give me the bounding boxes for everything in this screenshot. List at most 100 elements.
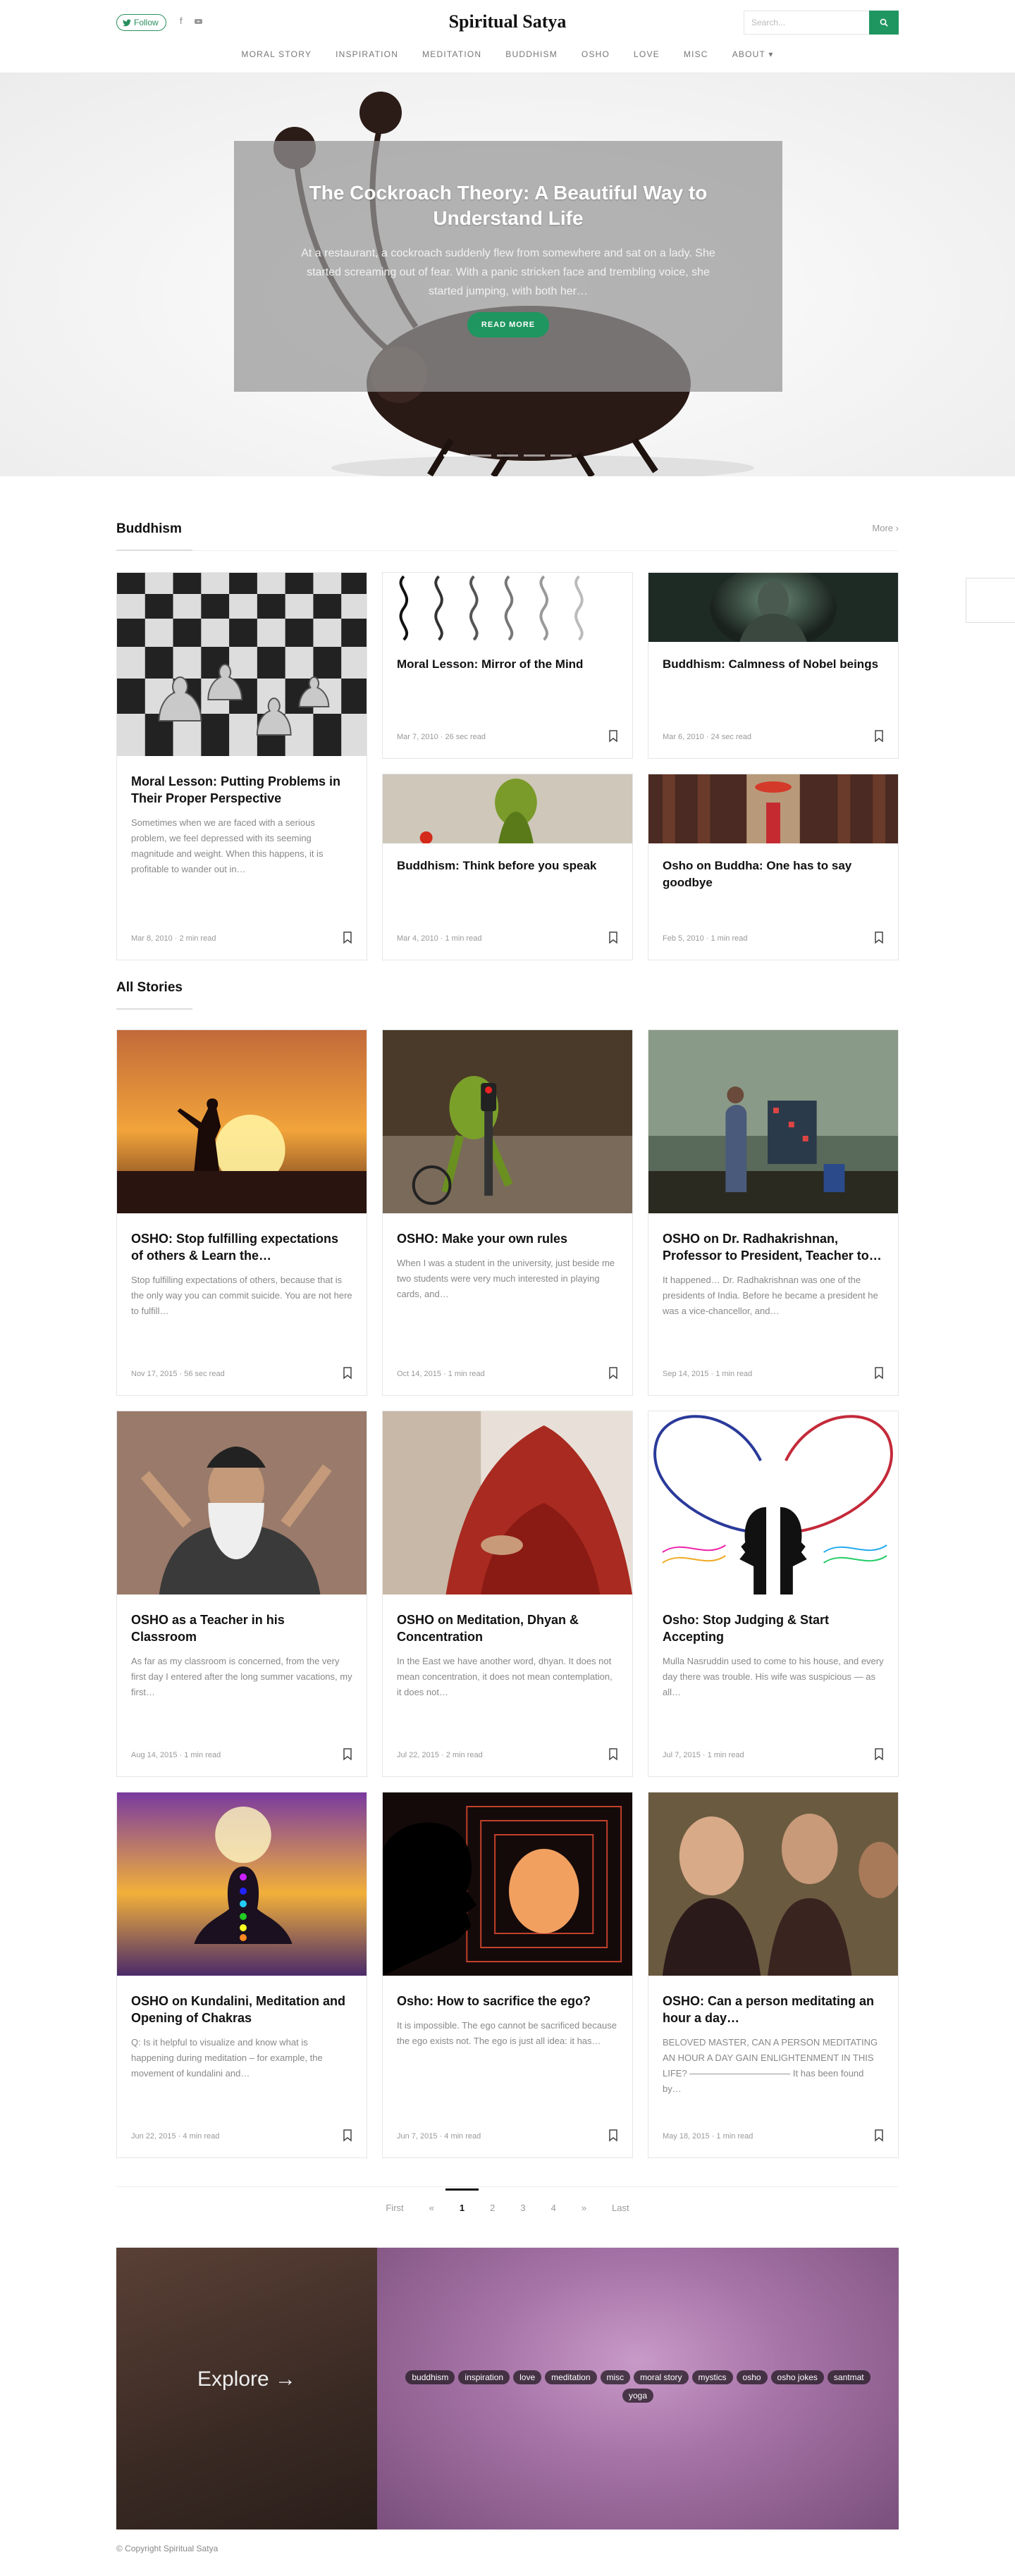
post-card[interactable]: Buddhism: Think before you speak Mar 4, … bbox=[382, 774, 633, 960]
tag-moral-story[interactable]: moral story bbox=[634, 2370, 689, 2384]
page-prev[interactable]: « bbox=[429, 2203, 434, 2213]
post-title[interactable]: Osho: How to sacrifice the ego? bbox=[383, 1993, 632, 2010]
post-card[interactable]: OSHO on Meditation, Dhyan & Concentratio… bbox=[382, 1411, 633, 1777]
page-1[interactable]: 1 bbox=[445, 2188, 480, 2213]
bookmark-icon[interactable] bbox=[343, 1748, 352, 1761]
slider-dot[interactable] bbox=[497, 454, 518, 457]
nav-buddhism[interactable]: BUDDHISM bbox=[505, 49, 558, 59]
slider-dot[interactable] bbox=[524, 454, 545, 457]
buddha-statue-image bbox=[648, 573, 898, 642]
bookmark-icon[interactable] bbox=[608, 1367, 618, 1380]
hero-slider: The Cockroach Theory: A Beautiful Way to… bbox=[0, 73, 1015, 476]
post-card[interactable]: OSHO: Stop fulfilling expectations of ot… bbox=[116, 1029, 367, 1396]
page-next[interactable]: » bbox=[582, 2203, 586, 2213]
section-title[interactable]: Buddhism bbox=[116, 521, 182, 537]
page-2[interactable]: 2 bbox=[490, 2203, 495, 2213]
nav-moral-story[interactable]: MORAL STORY bbox=[241, 49, 312, 59]
post-card[interactable]: Osho: How to sacrifice the ego? It is im… bbox=[382, 1792, 633, 2158]
pagination: First « 1 2 3 4 » Last bbox=[116, 2186, 899, 2229]
ego-silhouette-image bbox=[383, 1792, 632, 1976]
side-float-widget[interactable] bbox=[966, 578, 1015, 623]
slider-dot[interactable] bbox=[443, 454, 465, 457]
tag-love[interactable]: love bbox=[513, 2370, 542, 2384]
praying-monks-image bbox=[648, 1792, 898, 1976]
post-card[interactable]: Buddhism: Calmness of Nobel beings Mar 6… bbox=[648, 572, 899, 759]
nav-about[interactable]: ABOUT ▾ bbox=[732, 49, 774, 59]
youtube-icon[interactable] bbox=[194, 17, 203, 25]
hero-title[interactable]: The Cockroach Theory: A Beautiful Way to… bbox=[290, 180, 726, 231]
slider-dot[interactable] bbox=[550, 454, 572, 457]
tag-buddhism[interactable]: buddhism bbox=[405, 2370, 455, 2384]
post-card[interactable]: OSHO: Can a person meditating an hour a … bbox=[648, 1792, 899, 2158]
bookmark-icon[interactable] bbox=[874, 931, 884, 944]
tag-santmat[interactable]: santmat bbox=[827, 2370, 871, 2384]
page-4[interactable]: 4 bbox=[551, 2203, 556, 2213]
post-card[interactable]: Osho on Buddha: One has to say goodbye F… bbox=[648, 774, 899, 960]
page-last[interactable]: Last bbox=[612, 2203, 629, 2213]
bookmark-icon[interactable] bbox=[874, 730, 884, 743]
post-title[interactable]: OSHO on Kundalini, Meditation and Openin… bbox=[117, 1993, 367, 2026]
post-title[interactable]: Moral Lesson: Mirror of the Mind bbox=[383, 656, 632, 673]
featured-post-card[interactable]: Moral Lesson: Putting Problems in Their … bbox=[116, 572, 367, 960]
nav-misc[interactable]: MISC bbox=[684, 49, 708, 59]
post-title[interactable]: Buddhism: Calmness of Nobel beings bbox=[648, 656, 898, 673]
bookmark-icon[interactable] bbox=[343, 1367, 352, 1380]
post-title[interactable]: OSHO on Dr. Radhakrishnan, Professor to … bbox=[648, 1230, 898, 1264]
post-card[interactable]: OSHO as a Teacher in his Classroom As fa… bbox=[116, 1411, 367, 1777]
buddhism-grid: Moral Lesson: Putting Problems in Their … bbox=[116, 572, 899, 960]
monk-meditation-image bbox=[383, 1411, 632, 1594]
more-label: More bbox=[872, 523, 894, 533]
post-title[interactable]: OSHO: Stop fulfilling expectations of ot… bbox=[117, 1230, 367, 1264]
more-link[interactable]: More › bbox=[872, 523, 899, 533]
tag-mystics[interactable]: mystics bbox=[691, 2370, 733, 2384]
twitter-follow-button[interactable]: Follow bbox=[116, 14, 166, 31]
post-title[interactable]: OSHO: Make your own rules bbox=[383, 1230, 632, 1247]
explore-link[interactable]: Explore → bbox=[116, 2367, 377, 2391]
nav-love[interactable]: LOVE bbox=[634, 49, 660, 59]
bookmark-icon[interactable] bbox=[608, 2129, 618, 2142]
section-title[interactable]: All Stories bbox=[116, 980, 183, 996]
bookmark-icon[interactable] bbox=[874, 1367, 884, 1380]
post-excerpt: Stop fulfilling expectations of others, … bbox=[131, 1275, 352, 1316]
post-meta: Mar 4, 2010 · 1 min read bbox=[397, 934, 482, 943]
bookmark-icon[interactable] bbox=[608, 931, 618, 944]
search-button[interactable] bbox=[869, 11, 899, 35]
post-card[interactable]: OSHO: Make your own rules When I was a s… bbox=[382, 1029, 633, 1396]
post-title[interactable]: Moral Lesson: Putting Problems in Their … bbox=[117, 773, 367, 807]
read-more-button[interactable]: READ MORE bbox=[467, 312, 550, 338]
facebook-icon[interactable]: f bbox=[180, 16, 183, 26]
post-excerpt: As far as my classroom is concerned, fro… bbox=[131, 1656, 352, 1697]
tag-osho-jokes[interactable]: osho jokes bbox=[770, 2370, 824, 2384]
slider-dot[interactable] bbox=[470, 454, 491, 457]
post-card[interactable]: OSHO on Kundalini, Meditation and Openin… bbox=[116, 1792, 367, 2158]
post-title[interactable]: Buddhism: Think before you speak bbox=[383, 857, 632, 874]
post-title[interactable]: Osho: Stop Judging & Start Accepting bbox=[648, 1611, 898, 1645]
bookmark-icon[interactable] bbox=[343, 2129, 352, 2142]
nav-meditation[interactable]: MEDITATION bbox=[422, 49, 481, 59]
post-excerpt: It happened… Dr. Radhakrishnan was one o… bbox=[663, 1275, 878, 1316]
page-3[interactable]: 3 bbox=[520, 2203, 525, 2213]
bookmark-icon[interactable] bbox=[608, 730, 618, 743]
post-title[interactable]: OSHO: Can a person meditating an hour a … bbox=[648, 1993, 898, 2026]
bookmark-icon[interactable] bbox=[874, 2129, 884, 2142]
nav-osho[interactable]: OSHO bbox=[582, 49, 610, 59]
tag-osho[interactable]: osho bbox=[736, 2370, 768, 2384]
bookmark-icon[interactable] bbox=[608, 1748, 618, 1761]
search-input[interactable] bbox=[744, 11, 869, 35]
osho-image bbox=[117, 1411, 367, 1594]
tag-misc[interactable]: misc bbox=[600, 2370, 631, 2384]
page-first[interactable]: First bbox=[386, 2203, 403, 2213]
post-title[interactable]: OSHO as a Teacher in his Classroom bbox=[117, 1611, 367, 1645]
site-header: Follow f Spiritual Satya MORAL STORY INS… bbox=[0, 0, 1015, 73]
tag-inspiration[interactable]: inspiration bbox=[458, 2370, 510, 2384]
post-title[interactable]: Osho on Buddha: One has to say goodbye bbox=[648, 857, 898, 891]
tag-meditation[interactable]: meditation bbox=[545, 2370, 597, 2384]
nav-inspiration[interactable]: INSPIRATION bbox=[336, 49, 398, 59]
post-card[interactable]: OSHO on Dr. Radhakrishnan, Professor to … bbox=[648, 1029, 899, 1396]
bookmark-icon[interactable] bbox=[874, 1748, 884, 1761]
post-title[interactable]: OSHO on Meditation, Dhyan & Concentratio… bbox=[383, 1611, 632, 1645]
tag-yoga[interactable]: yoga bbox=[622, 2389, 654, 2403]
post-card[interactable]: Osho: Stop Judging & Start Accepting Mul… bbox=[648, 1411, 899, 1777]
bookmark-icon[interactable] bbox=[343, 931, 352, 944]
post-card[interactable]: Moral Lesson: Mirror of the Mind Mar 7, … bbox=[382, 572, 633, 759]
